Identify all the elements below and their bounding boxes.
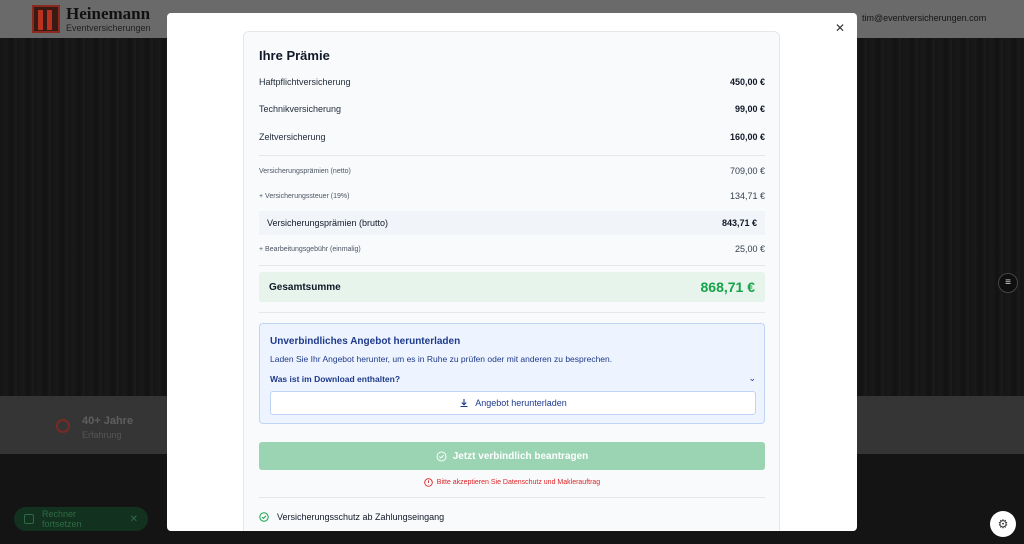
submit-label: Jetzt verbindlich beantragen xyxy=(452,450,589,462)
download-icon xyxy=(460,399,468,408)
premium-modal: ✕ Ihre Prämie Haftpflichtversicherung 45… xyxy=(167,13,857,531)
company-logo[interactable]: Heinemann Eventversicherungen xyxy=(32,5,151,33)
check-circle-icon xyxy=(259,512,269,522)
calculator-icon xyxy=(24,514,34,524)
premium-card: Ihre Prämie Haftpflichtversicherung 450,… xyxy=(243,31,780,531)
filter-icon[interactable]: ≡ xyxy=(998,273,1018,293)
tax-row: + Versicherungssteuer (19%) 134,71 € xyxy=(259,191,765,201)
download-title: Unverbindliches Angebot herunterladen xyxy=(270,336,461,347)
line-item-value: 450,00 € xyxy=(729,77,765,87)
brutto-value: 843,71 € xyxy=(721,218,757,228)
badge-title: 40+ Jahre xyxy=(82,415,134,427)
netto-value: 709,00 € xyxy=(729,166,765,176)
total-label: Gesamtsumme xyxy=(269,281,341,293)
resume-calculator-pill[interactable]: Rechner fortsetzen ✕ xyxy=(14,507,148,531)
tax-label: + Versicherungssteuer (19%) xyxy=(259,192,350,200)
logo-mark-icon xyxy=(32,5,60,33)
download-offer-box: Unverbindliches Angebot herunterladen La… xyxy=(259,323,765,424)
divider xyxy=(259,312,765,313)
badge-subtitle: Erfahrung xyxy=(82,430,122,440)
logo-subtitle: Eventversicherungen xyxy=(66,23,151,33)
download-contents-label: Was ist im Download enthalten? xyxy=(270,373,401,384)
line-item-label: Haftpflichtversicherung xyxy=(259,77,351,87)
total-row: Gesamtsumme 868,71 € xyxy=(259,272,765,302)
line-item-technology: Technikversicherung 99,00 € xyxy=(259,104,765,114)
consent-warning: Bitte akzeptieren Sie Datenschutz und Ma… xyxy=(259,478,765,487)
download-description: Laden Sie Ihr Angebot herunter, um es in… xyxy=(270,354,613,364)
check-circle-icon xyxy=(436,451,447,461)
fee-label: + Bearbeitungsgebühr (einmalig) xyxy=(259,245,361,253)
download-contents-expander[interactable]: Was ist im Download enthalten? ⌄ xyxy=(270,373,756,384)
netto-label: Versicherungsprämien (netto) xyxy=(259,167,351,175)
brutto-label: Versicherungsprämien (brutto) xyxy=(267,218,389,228)
close-icon[interactable]: ✕ xyxy=(833,21,847,35)
divider xyxy=(259,497,765,498)
submit-application-button[interactable]: Jetzt verbindlich beantragen xyxy=(259,442,765,470)
tax-value: 134,71 € xyxy=(729,191,765,201)
fee-value: 25,00 € xyxy=(734,244,765,254)
divider xyxy=(259,265,765,266)
premium-netto-row: Versicherungsprämien (netto) 709,00 € xyxy=(259,166,765,176)
feature-item: Versicherungsschutz ab Zahlungseingang xyxy=(259,512,444,522)
divider xyxy=(259,155,765,156)
download-offer-button[interactable]: Angebot herunterladen xyxy=(270,391,756,415)
chevron-down-icon: ⌄ xyxy=(748,373,756,383)
download-button-label: Angebot herunterladen xyxy=(475,398,567,408)
line-item-value: 160,00 € xyxy=(729,132,765,142)
premium-title: Ihre Prämie xyxy=(259,48,330,63)
pill-close-icon[interactable]: ✕ xyxy=(130,514,138,525)
line-item-label: Zeltversicherung xyxy=(259,132,326,142)
logo-name: Heinemann xyxy=(66,4,151,23)
line-item-tent: Zeltversicherung 160,00 € xyxy=(259,132,765,142)
header-email-link[interactable]: tim@eventversicherungen.com xyxy=(862,13,986,23)
total-value: 868,71 € xyxy=(700,279,756,295)
experience-badge: 40+ Jahre Erfahrung xyxy=(56,415,133,440)
alert-circle-icon xyxy=(424,478,433,487)
feature-label: Versicherungsschutz ab Zahlungseingang xyxy=(277,512,445,522)
badge-icon xyxy=(56,419,70,433)
line-item-value: 99,00 € xyxy=(734,104,765,114)
fee-row: + Bearbeitungsgebühr (einmalig) 25,00 € xyxy=(259,244,765,254)
line-item-liability: Haftpflichtversicherung 450,00 € xyxy=(259,77,765,87)
warning-text: Bitte akzeptieren Sie Datenschutz und Ma… xyxy=(436,479,601,486)
premium-brutto-row: Versicherungsprämien (brutto) 843,71 € xyxy=(259,211,765,235)
resume-calculator-label: Rechner fortsetzen xyxy=(41,509,82,529)
line-item-label: Technikversicherung xyxy=(259,104,342,114)
cookie-settings-icon[interactable]: ⚙ xyxy=(990,511,1016,537)
